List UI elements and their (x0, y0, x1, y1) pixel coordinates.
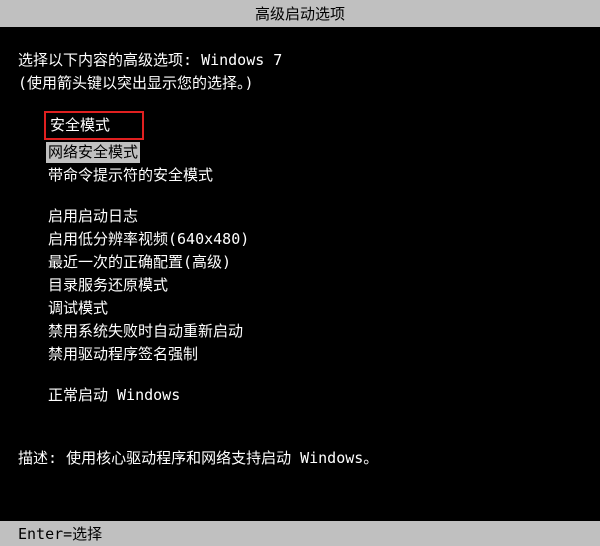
hint-line: (使用箭头键以突出显示您的选择。) (18, 72, 582, 93)
description-label: 描述: (18, 449, 66, 467)
option-low-res[interactable]: 启用低分辨率视频(640x480) (48, 229, 582, 250)
option-disable-driver-sig[interactable]: 禁用驱动程序签名强制 (48, 344, 582, 365)
content-area: 选择以下内容的高级选项: Windows 7 (使用箭头键以突出显示您的选择。)… (0, 27, 600, 406)
option-safe-mode[interactable]: 安全模式 (48, 111, 582, 140)
prompt-line: 选择以下内容的高级选项: Windows 7 (18, 49, 582, 70)
option-boot-logging[interactable]: 启用启动日志 (48, 206, 582, 227)
footer: Enter=选择 (0, 521, 600, 546)
selected-option: 网络安全模式 (46, 142, 140, 163)
option-debug[interactable]: 调试模式 (48, 298, 582, 319)
description-line: 描述: 使用核心驱动程序和网络支持启动 Windows。 (0, 447, 378, 468)
option-ds-restore[interactable]: 目录服务还原模式 (48, 275, 582, 296)
options-list[interactable]: 安全模式 网络安全模式 带命令提示符的安全模式 启用启动日志 启用低分辨率视频(… (18, 111, 582, 406)
highlight-box-annotation: 安全模式 (44, 111, 144, 140)
description-text: 使用核心驱动程序和网络支持启动 Windows。 (66, 449, 378, 467)
option-safe-mode-networking[interactable]: 网络安全模式 (48, 142, 582, 163)
boot-menu-screen: 高级启动选项 选择以下内容的高级选项: Windows 7 (使用箭头键以突出显… (0, 0, 600, 546)
option-last-known-good[interactable]: 最近一次的正确配置(高级) (48, 252, 582, 273)
footer-bar: Enter=选择 (0, 521, 600, 546)
option-safe-mode-cmd[interactable]: 带命令提示符的安全模式 (48, 165, 582, 186)
title-bar: 高级启动选项 (0, 0, 600, 27)
footer-text: Enter=选择 (18, 525, 102, 543)
option-start-normally[interactable]: 正常启动 Windows (48, 385, 582, 406)
option-disable-auto-restart[interactable]: 禁用系统失败时自动重新启动 (48, 321, 582, 342)
title-text: 高级启动选项 (255, 5, 345, 23)
